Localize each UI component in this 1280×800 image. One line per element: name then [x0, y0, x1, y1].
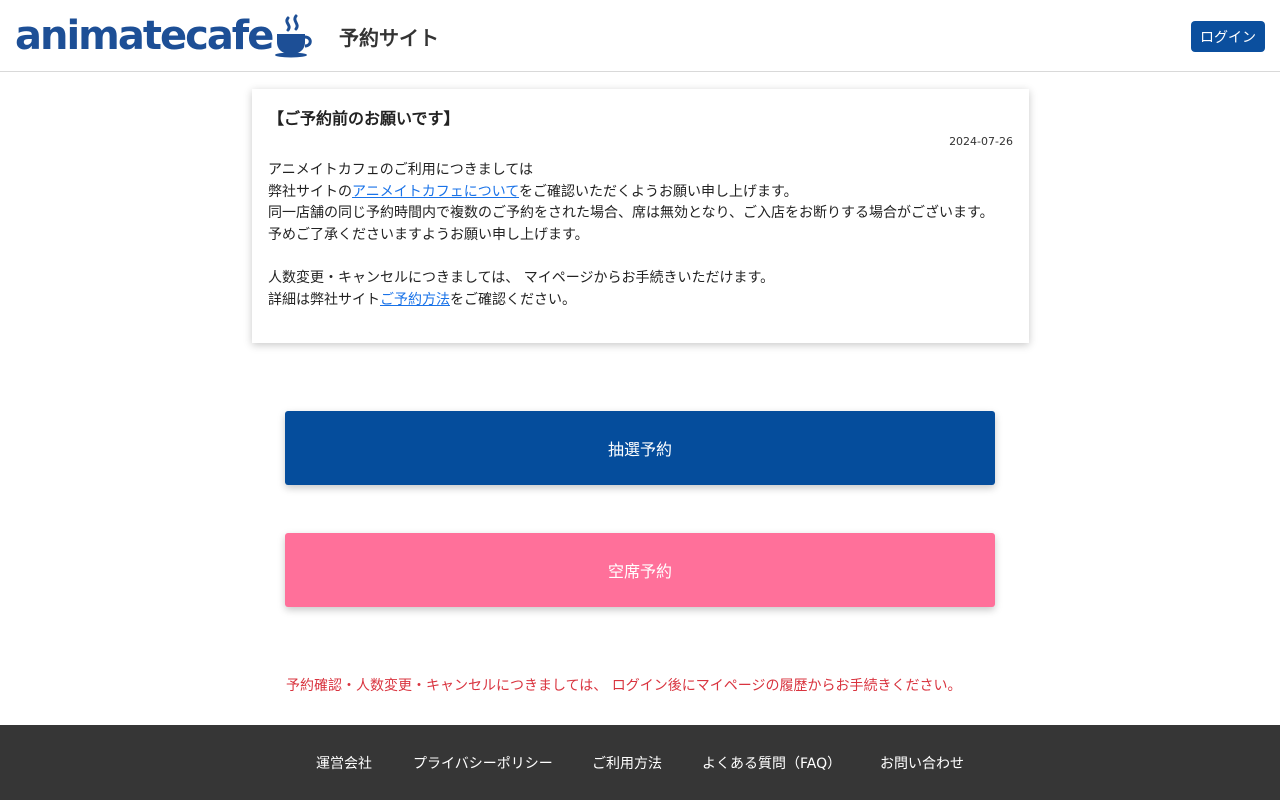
coffee-cup-icon	[275, 14, 313, 58]
notice-line: 人数変更・キャンセルにつきましては、 マイページからお手続きいただけます。	[268, 269, 775, 286]
notice-line: 弊社サイトのアニメイトカフェについてをご確認いただくようお願い申し上げます。	[268, 182, 1013, 204]
footer-link-contact[interactable]: お問い合わせ	[880, 753, 964, 773]
site-footer: 運営会社 プライバシーポリシー ご利用方法 よくある質問（FAQ） お問い合わせ	[0, 725, 1280, 800]
lottery-reservation-label: 抽選予約	[607, 440, 672, 459]
notice-card: 【ご予約前のお願いです】 2024-07-26 アニメイトカフェのご利用につきま…	[252, 89, 1029, 343]
lottery-reservation-button[interactable]: 抽選予約	[285, 411, 995, 485]
animatecafe-logo[interactable]: animatecafe	[15, 14, 314, 58]
notice-date: 2024-07-26	[949, 135, 1013, 148]
site-title: 予約サイト	[339, 26, 439, 50]
notice-text: をご確認いただくようお願い申し上げます。	[519, 183, 798, 200]
reservation-method-link[interactable]: ご予約方法	[380, 292, 450, 308]
notice-line: 同一店舗の同じ予約時間内で複数のご予約をされた場合、席は無効となり、ご入店をお断…	[268, 205, 994, 222]
notice-line: アニメイトカフェのご利用につきましては	[268, 162, 534, 178]
notice-line: 予めご了承くださいますようお願い申し上げます。	[268, 226, 589, 243]
footer-link-faq[interactable]: よくある質問（FAQ）	[702, 753, 841, 773]
footer-nav: 運営会社 プライバシーポリシー ご利用方法 よくある質問（FAQ） お問い合わせ	[0, 753, 1280, 773]
notice-text: をご確認ください。	[450, 291, 576, 308]
about-animatecafe-link[interactable]: アニメイトカフェについて	[352, 184, 519, 200]
logo-wordmark: animatecafe	[15, 13, 274, 59]
login-button[interactable]: ログイン	[1191, 21, 1265, 52]
notice-body: アニメイトカフェのご利用につきましては 弊社サイトのアニメイトカフェについてをご…	[268, 160, 1013, 311]
vacant-seat-reservation-button[interactable]: 空席予約	[285, 533, 995, 607]
notice-line: 詳細は弊社サイトご予約方法をご確認ください。	[268, 290, 1013, 312]
notice-text: 詳細は弊社サイト	[268, 291, 380, 308]
notice-text: 弊社サイトの	[268, 183, 352, 200]
footer-link-privacy[interactable]: プライバシーポリシー	[413, 753, 553, 773]
notice-title: 【ご予約前のお願いです】	[268, 109, 460, 128]
mypage-warning-text: 予約確認・人数変更・キャンセルにつきましては、 ログイン後にマイページの履歴から…	[286, 678, 962, 694]
footer-link-company[interactable]: 運営会社	[316, 753, 372, 773]
notice-spacer	[268, 246, 1013, 268]
vacant-seat-reservation-label: 空席予約	[607, 562, 672, 581]
site-header: animatecafe 予約サイト ログイン	[0, 0, 1280, 72]
footer-link-usage[interactable]: ご利用方法	[592, 753, 662, 773]
